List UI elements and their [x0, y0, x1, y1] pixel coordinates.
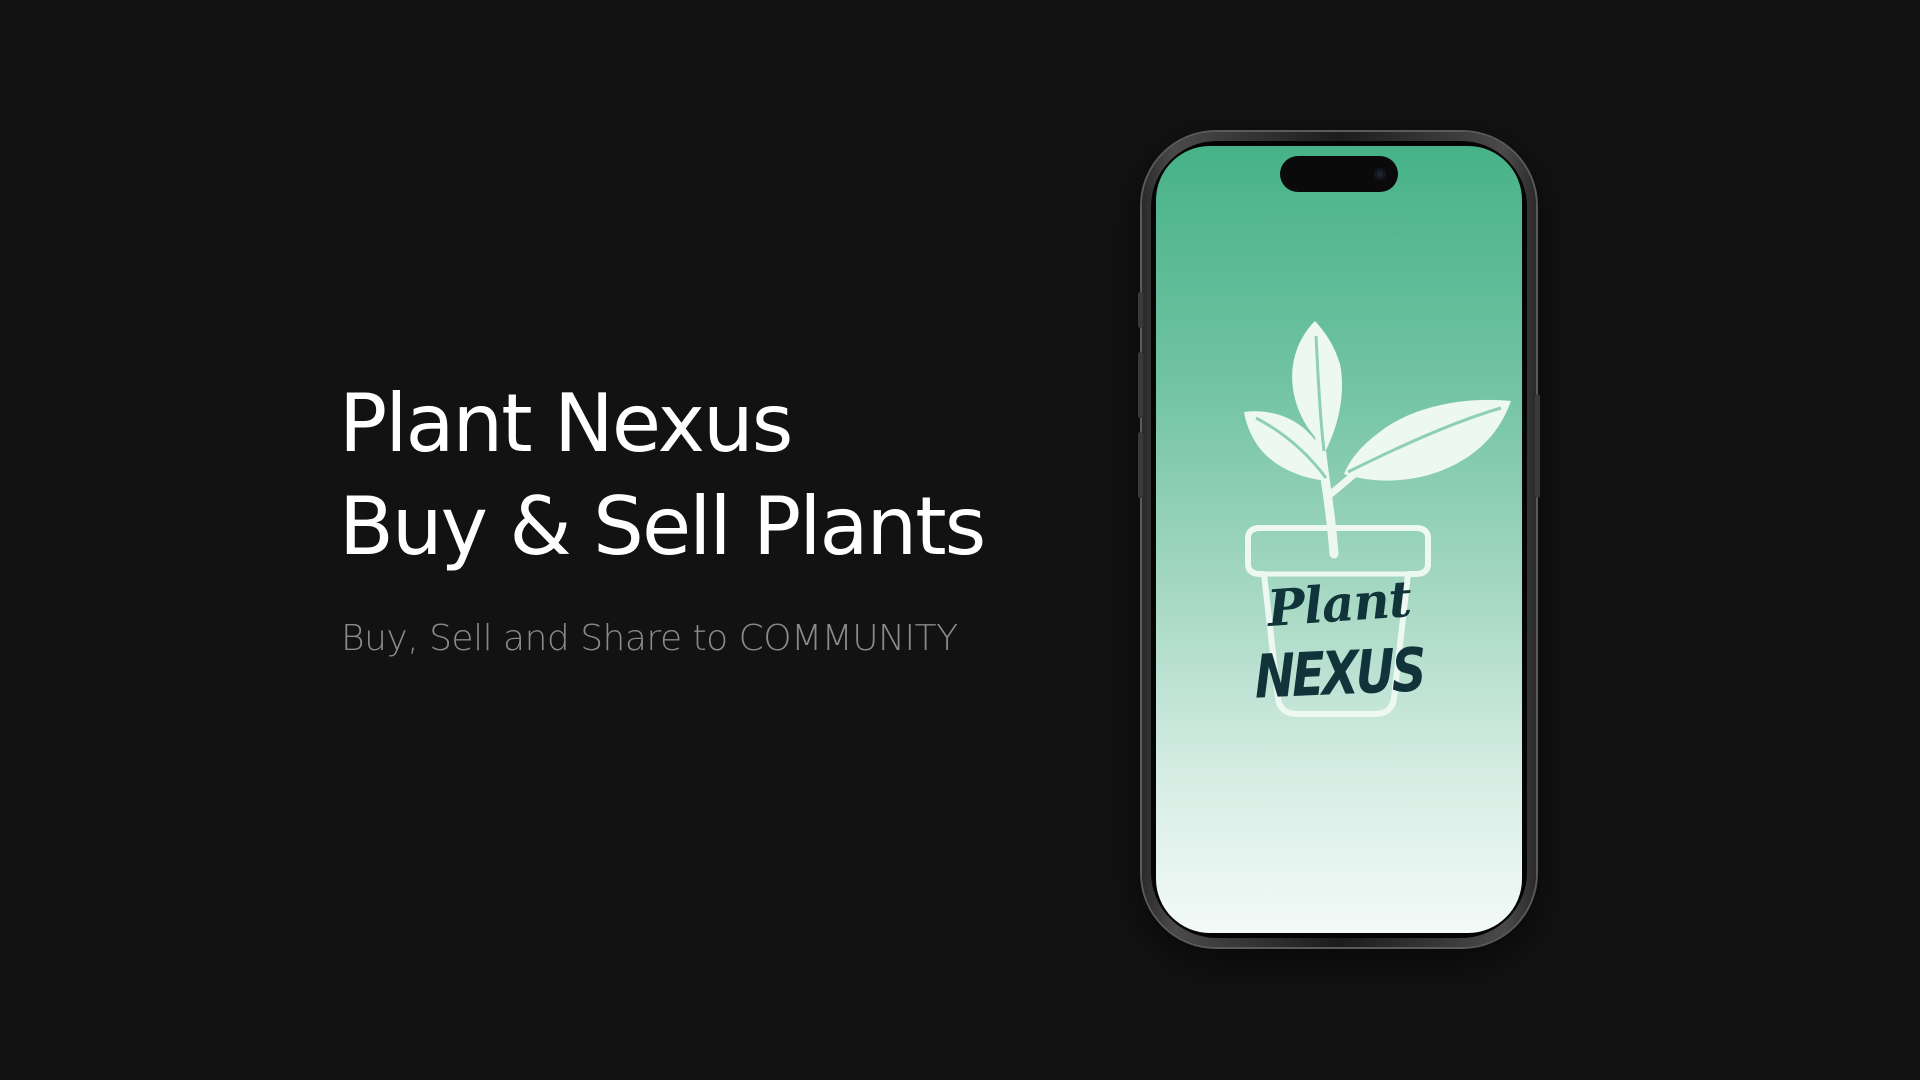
plant-pot-icon: [1244, 321, 1511, 717]
phone-power-button: [1535, 394, 1540, 498]
phone-volume-down-button: [1138, 432, 1143, 498]
phone-mockup: Plant NEXUS: [1138, 132, 1540, 947]
hero-title-line-1: Plant Nexus: [339, 377, 793, 470]
phone-action-button: [1138, 292, 1143, 328]
hero-title-line-2: Buy & Sell Plants: [339, 480, 986, 573]
presentation-slide: Plant Nexus Buy & Sell Plants Buy, Sell …: [0, 0, 1920, 1080]
hero-title: Plant Nexus Buy & Sell Plants: [339, 372, 986, 578]
app-splash-screen: Plant NEXUS: [1156, 146, 1522, 933]
hero-tagline: Buy, Sell and Share to COMMUNITY: [341, 618, 958, 659]
phone-volume-up-button: [1138, 352, 1143, 418]
